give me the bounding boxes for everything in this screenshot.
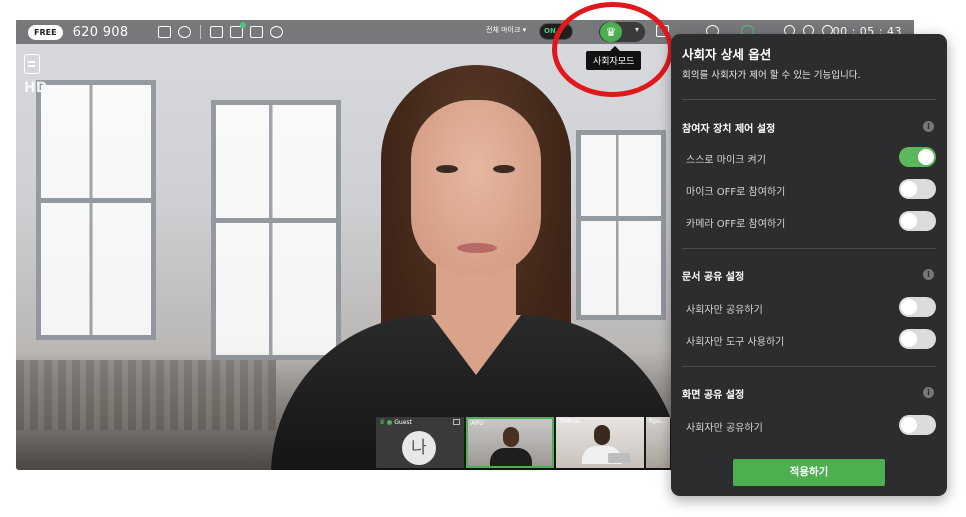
section-title-device-control: 참여자 장치 제어 설정	[682, 124, 776, 135]
participant-tile[interactable]: ARU	[466, 417, 554, 468]
highlight-circle	[552, 2, 673, 97]
toggle-host-only-tools[interactable]	[899, 329, 936, 349]
share-icon	[453, 419, 460, 425]
participant-strip: ♛ Guest 나 ARU TIMinsi Rpo...	[376, 417, 670, 468]
option-label: 카메라 OFF로 참여하기	[686, 219, 786, 230]
option-label: 스스로 마이크 켜기	[686, 155, 766, 166]
participant-tile[interactable]: Rpo...	[646, 417, 670, 468]
all-mic-dropdown[interactable]: 전체 마이크 ▾	[486, 25, 526, 35]
participant-name: Rpo...	[649, 418, 667, 425]
speaker-person	[231, 45, 681, 470]
option-label: 사회자만 공유하기	[686, 423, 763, 434]
panel-subtitle: 회의를 사회자가 제어 할 수 있는 기능입니다.	[682, 70, 861, 81]
toggle-join-mic-off[interactable]	[899, 179, 936, 199]
option-label: 사회자만 공유하기	[686, 305, 763, 316]
lock-icon[interactable]	[158, 26, 172, 38]
background-window	[36, 80, 156, 340]
section-title-screen-share: 화면 공유 설정	[682, 390, 745, 401]
option-label: 사회자만 도구 사용하기	[686, 337, 785, 348]
participant-tile[interactable]: ♛ Guest 나	[376, 417, 464, 468]
participant-tile[interactable]: TIMinsi	[556, 417, 644, 468]
plan-badge: FREE	[28, 24, 63, 40]
avatar: 나	[402, 431, 436, 465]
participant-name: Guest	[394, 418, 412, 426]
user-add-icon[interactable]	[178, 26, 192, 38]
screen-share-icon[interactable]	[210, 26, 224, 38]
option-label: 마이크 OFF로 참여하기	[686, 187, 786, 198]
section-title-document-share: 문서 공유 설정	[682, 272, 745, 283]
info-icon[interactable]: i	[923, 121, 934, 132]
video-quality-label: HD	[24, 80, 48, 96]
divider	[682, 248, 936, 249]
user-icon	[387, 419, 393, 425]
record-icon[interactable]	[270, 26, 284, 38]
panel-title: 사회자 상세 옵션	[682, 47, 772, 62]
toggle-host-only-screen-share[interactable]	[899, 415, 936, 435]
toolbar-divider	[200, 25, 202, 39]
toggle-join-camera-off[interactable]	[899, 211, 936, 231]
participant-name: ARU	[471, 420, 484, 427]
divider	[682, 366, 936, 367]
participant-name: TIMinsi	[559, 418, 580, 425]
divider	[682, 99, 936, 100]
camera-icon[interactable]	[250, 26, 264, 38]
clipboard-icon[interactable]	[24, 54, 40, 74]
info-icon[interactable]: i	[923, 269, 934, 280]
info-icon[interactable]: i	[923, 387, 934, 398]
apply-button[interactable]: 적용하기	[733, 459, 885, 486]
toggle-host-only-document-share[interactable]	[899, 297, 936, 317]
crown-icon: ♛	[379, 418, 386, 426]
meeting-screen: FREE 620 908 전체 마이크 ▾ ON ♛ ▾ 00 : 05 : 4…	[0, 0, 966, 517]
toggle-self-mic-on[interactable]	[899, 147, 936, 167]
room-number: 620 908	[72, 24, 129, 40]
host-options-panel: 사회자 상세 옵션 회의를 사회자가 제어 할 수 있는 기능입니다. 참여자 …	[671, 34, 947, 496]
document-icon[interactable]	[230, 22, 247, 38]
